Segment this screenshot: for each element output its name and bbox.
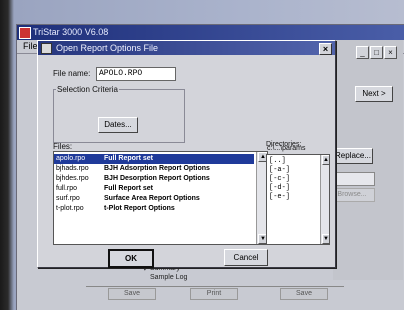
directories-list[interactable]: [..] [-a-] [-c-] [-d-] [-e-] ▲ ▼ [266, 154, 330, 245]
window-controls: _ □ × [355, 46, 397, 59]
close-icon[interactable]: × [384, 46, 397, 59]
sample-log-item[interactable]: Sample Log [150, 274, 187, 281]
file-description: Surface Area Report Options [104, 195, 200, 202]
file-description: t-Plot Report Options [104, 205, 175, 212]
directory-item[interactable]: [-d-] [269, 184, 290, 193]
list-item[interactable]: bjhads.rpo BJH Adsorption Report Options [54, 164, 254, 174]
selection-criteria-label: Selection Criteria [56, 85, 119, 94]
directory-item[interactable]: [-a-] [269, 166, 290, 175]
file-name: apolo.rpo [56, 155, 86, 162]
app-title-bar: TriStar 3000 V6.08 [17, 25, 404, 40]
monitor-screen: TriStar 3000 V6.08 File _ □ × Next > Repla… [0, 0, 404, 310]
file-description: Full Report set [104, 155, 154, 162]
directories-scrollbar[interactable]: ▲ ▼ [320, 155, 329, 244]
file-name: full.rpo [56, 185, 78, 192]
list-item[interactable]: surf.rpo Surface Area Report Options [54, 194, 254, 204]
file-description: BJH Desorption Report Options [104, 175, 210, 182]
file-name: bjhdes.rpo [56, 175, 89, 182]
directory-item[interactable]: [-c-] [269, 175, 290, 184]
files-list[interactable]: apolo.rpo Full Report set bjhads.rpo BJH… [53, 151, 268, 245]
file-name-label: File name: [53, 69, 91, 78]
file-name: t-plot.rpo [56, 205, 84, 212]
minimize-icon[interactable]: _ [356, 46, 369, 59]
dates-button[interactable]: Dates... [98, 117, 138, 133]
app-title: TriStar 3000 V6.08 [33, 27, 109, 37]
bottom-button-1[interactable]: Save [108, 288, 156, 300]
directory-path: c:\...\params [267, 145, 306, 152]
restore-icon[interactable]: □ [370, 46, 383, 59]
file-name-input[interactable]: APOLO.RPO [96, 67, 176, 81]
dialog-icon [41, 43, 52, 54]
list-item[interactable]: t-plot.rpo t-Plot Report Options [54, 204, 254, 214]
bottom-button-2[interactable]: Print [190, 288, 238, 300]
list-item[interactable]: bjhdes.rpo BJH Desorption Report Options [54, 174, 254, 184]
file-description: BJH Adsorption Report Options [104, 165, 210, 172]
replace-button[interactable]: Replace... [333, 148, 373, 164]
scroll-down-icon[interactable]: ▼ [322, 234, 329, 244]
dialog-title-bar: Open Report Options File × [38, 41, 335, 55]
scroll-up-icon[interactable]: ▲ [322, 155, 329, 165]
selection-criteria-group: Selection Criteria Dates... [53, 85, 185, 143]
open-report-options-dialog: Open Report Options File × File name: AP… [37, 40, 336, 268]
bottom-button-3[interactable]: Save [280, 288, 328, 300]
directory-item[interactable]: [-e-] [269, 193, 290, 202]
files-label: Files: [53, 142, 73, 151]
list-item[interactable]: apolo.rpo Full Report set [54, 154, 254, 164]
cancel-button[interactable]: Cancel [224, 249, 268, 266]
text-field[interactable] [333, 172, 375, 186]
file-name: bjhads.rpo [56, 165, 89, 172]
directory-item[interactable]: [..] [269, 157, 286, 166]
next-button[interactable]: Next > [355, 86, 393, 102]
app-icon [19, 27, 31, 39]
file-description: Full Report set [104, 185, 154, 192]
file-name: surf.rpo [56, 195, 80, 202]
list-item[interactable]: full.rpo Full Report set [54, 184, 254, 194]
close-icon[interactable]: × [319, 43, 332, 55]
dialog-title: Open Report Options File [56, 43, 159, 53]
menu-file[interactable]: File [23, 40, 38, 53]
report-options-window: _ □ × Next > Replace... Browse... [329, 40, 403, 280]
ok-button[interactable]: OK [108, 249, 154, 268]
